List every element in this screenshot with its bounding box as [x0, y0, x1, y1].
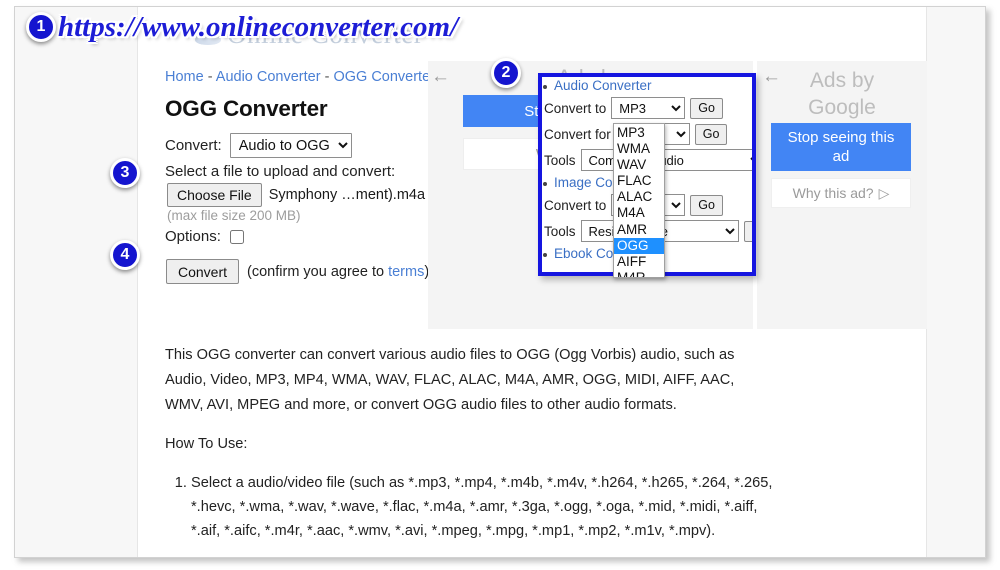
breadcrumb-separator-1: - [203, 69, 216, 85]
dropdown-option[interactable]: M4A [614, 205, 664, 221]
breadcrumb-separator-2: - [320, 69, 334, 85]
format-dropdown-list[interactable]: MP3 WMA WAV FLAC ALAC M4A AMR OGG AIFF M… [613, 123, 665, 278]
convert-mode-select[interactable]: Audio to OGG [229, 133, 352, 158]
convert-row: Convert: Audio to OGG [165, 133, 352, 158]
options-checkbox[interactable] [229, 229, 244, 244]
dropdown-option[interactable]: WMA [614, 141, 664, 157]
howto-label: How To Use: [165, 436, 248, 452]
terms-link[interactable]: terms [388, 264, 424, 280]
breadcrumb-item-ogg-converter[interactable]: OGG Converter [333, 69, 435, 85]
image-convert-to-label: Convert to [544, 197, 607, 213]
audio-convert-for-go-button[interactable]: Go [694, 123, 728, 145]
convert-action-row: Convert (confirm you agree to terms) [166, 259, 429, 284]
max-file-size-note: (max file size 200 MB) [167, 208, 301, 223]
image-tools-label: Tools [544, 223, 576, 239]
breadcrumb-item-home[interactable]: Home [165, 69, 204, 85]
ad-right-why-play-icon: ▷ [878, 184, 890, 201]
confirm-text: (confirm you agree to terms) [247, 264, 429, 280]
screenshot-root: Online Converter Home - Audio Converter … [0, 0, 1000, 570]
ad-right-ads-by-line2: Google [808, 96, 876, 119]
ad-right-why-this-ad-button[interactable]: Why this ad? ▷ [771, 178, 911, 208]
audio-convert-for-label: Convert for [544, 126, 611, 142]
category-audio-converter[interactable]: Audio Converter [543, 78, 752, 93]
select-file-label: Select a file to upload and convert: [165, 163, 396, 180]
dropdown-option[interactable]: AMR [614, 222, 664, 238]
convert-button[interactable]: Convert [166, 259, 240, 284]
chosen-file-name: Symphony …ment).m4a [268, 187, 426, 203]
options-row: Options: [165, 228, 244, 245]
page-title: OGG Converter [165, 96, 328, 121]
howto-step-2: Click button "Convert" to start upload y… [191, 552, 775, 557]
file-input-row: Choose File Symphony …ment).m4a [167, 183, 425, 207]
ad-slot-right: ← Ads by Google Stop seeing this ad Why … [757, 61, 927, 329]
options-label: Options: [165, 228, 221, 245]
article-paragraph: This OGG converter can convert various a… [165, 347, 735, 413]
dropdown-option-selected-ogg[interactable]: OGG [614, 237, 664, 254]
convert-label: Convert: [165, 137, 222, 154]
dropdown-option[interactable]: MP3 [614, 125, 664, 141]
choose-file-button[interactable]: Choose File [167, 183, 262, 207]
breadcrumb: Home - Audio Converter - OGG Converter [165, 69, 435, 85]
dropdown-option[interactable]: ALAC [614, 189, 664, 205]
breadcrumb-item-audio-converter[interactable]: Audio Converter [216, 69, 321, 85]
audio-convert-to-go-button[interactable]: Go [690, 97, 723, 119]
confirm-prefix: (confirm you agree to [247, 263, 389, 280]
ad-right-stop-seeing-ad-button[interactable]: Stop seeing this ad [771, 123, 911, 171]
howto-steps-list: Select a audio/video file (such as *.mp3… [165, 471, 775, 557]
ad-right-why-label: Why this ad? [792, 185, 874, 201]
ad-right-ads-by-line1: Ads by [809, 69, 875, 92]
url-callout-text: https://www.onlineconverter.com/ [58, 11, 459, 43]
image-tools-go-button[interactable]: Go [743, 220, 752, 242]
audio-tools-label: Tools [544, 152, 576, 168]
dropdown-option[interactable]: M4R [614, 270, 664, 277]
article-body: This OGG converter can convert various a… [165, 343, 775, 557]
dropdown-option[interactable]: AIFF [614, 254, 664, 270]
audio-convert-to-row: Convert to MP3 Go [544, 97, 752, 119]
image-convert-to-go-button[interactable]: Go [690, 194, 723, 216]
step-badge-2: 2 [491, 58, 521, 88]
audio-tools-select[interactable]: Compress Audio [580, 149, 752, 171]
howto-step-1: Select a audio/video file (such as *.mp3… [191, 471, 775, 543]
dropdown-option[interactable]: WAV [614, 157, 664, 173]
dropdown-option[interactable]: FLAC [614, 173, 664, 189]
step-badge-1: 1 [26, 12, 56, 42]
audio-convert-to-label: Convert to [544, 100, 607, 116]
step-badge-4: 4 [110, 240, 140, 270]
browser-page: Online Converter Home - Audio Converter … [15, 7, 985, 557]
ad-right-ads-by-google: Ads by Google [757, 67, 927, 121]
audio-convert-to-select[interactable]: MP3 [611, 97, 686, 119]
step-badge-3: 3 [110, 158, 140, 188]
